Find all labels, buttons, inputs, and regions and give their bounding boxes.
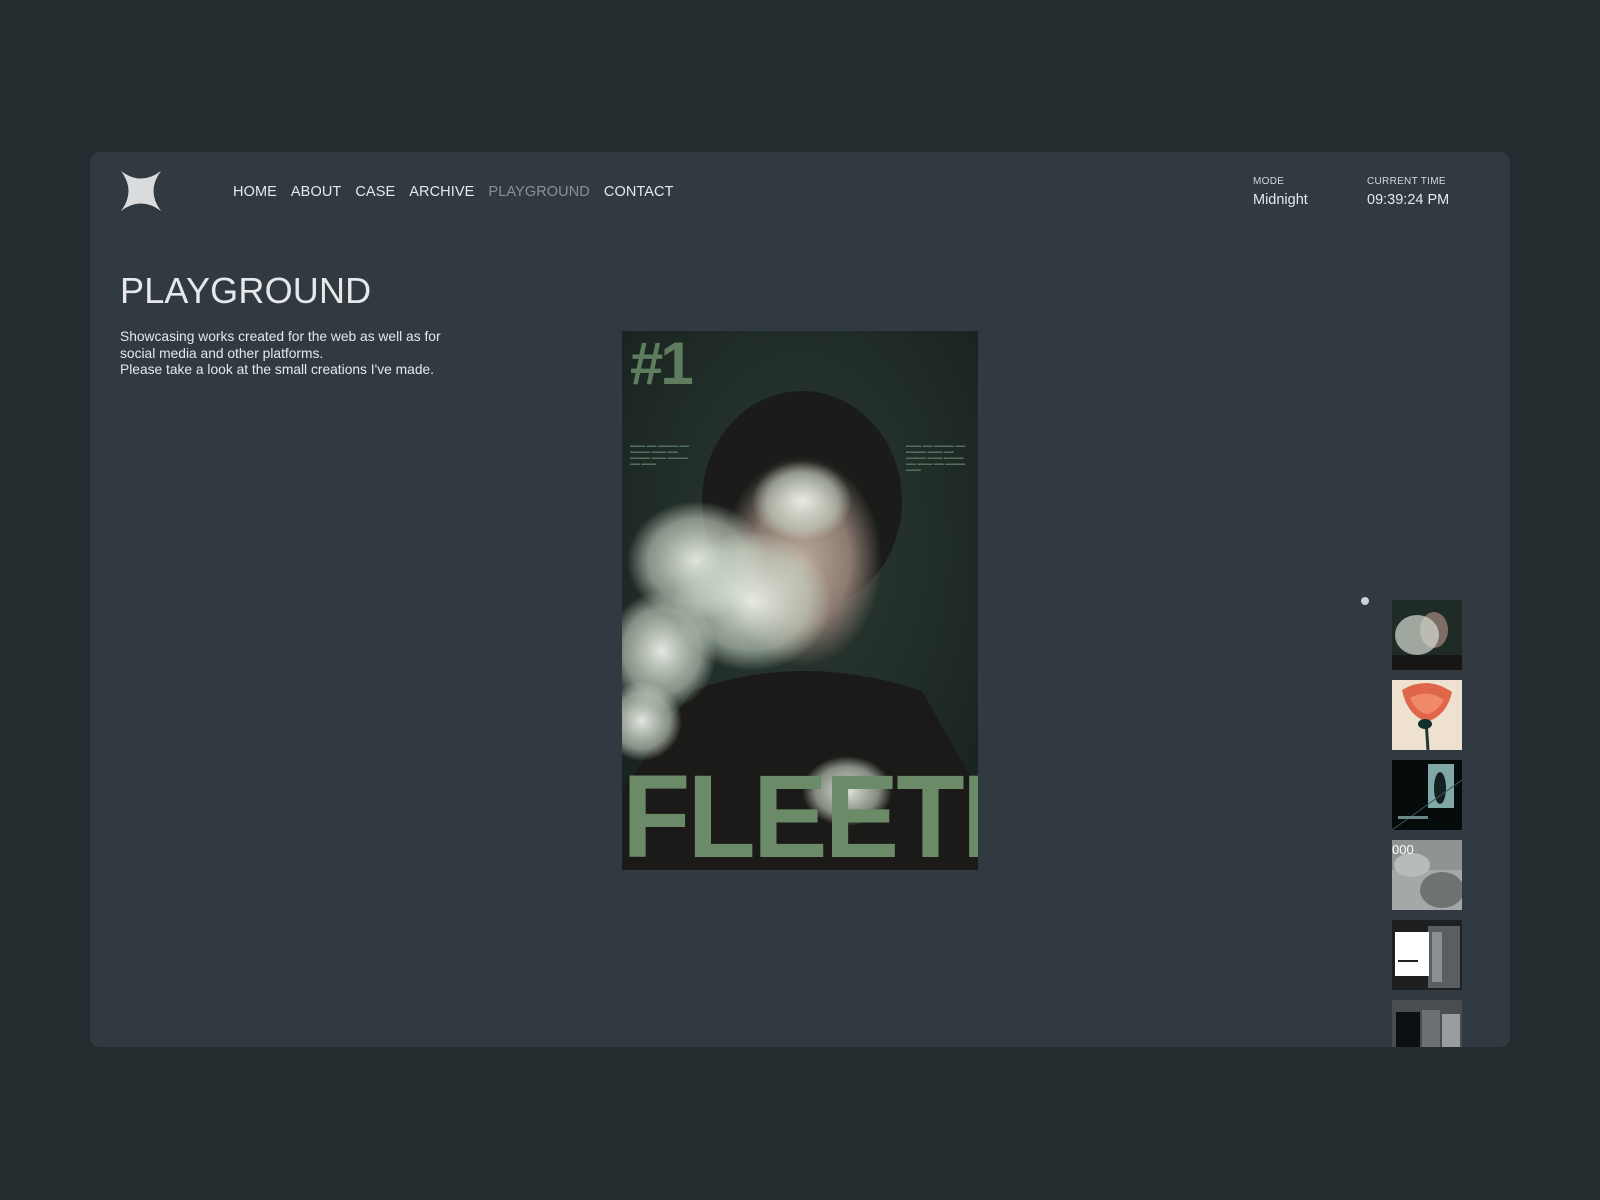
nav-archive[interactable]: ARCHIVE [409, 184, 474, 200]
thumb-fleeting[interactable] [1392, 600, 1462, 670]
poster-number: #1 [630, 331, 694, 397]
current-time-value: 09:39:24 PM [1367, 192, 1450, 208]
thumb-dark-collage[interactable] [1392, 1000, 1462, 1047]
mode-value: Midnight [1253, 192, 1308, 208]
current-time: CURRENT TIME 09:39:24 PM [1367, 176, 1449, 208]
current-time-label: CURRENT TIME [1367, 176, 1446, 187]
description-line-2: Please take a look at the small creation… [120, 362, 434, 377]
logo-star-icon[interactable] [120, 170, 162, 212]
page-title: PLAYGROUND [120, 270, 372, 311]
poster-caption-right: ▬▬▬ ▬▬ ▬▬▬▬ ▬▬ ▬▬▬▬ ▬▬▬ ▬▬ ▬▬▬▬ ▬▬▬ ▬▬▬▬… [906, 443, 966, 473]
thumb-window-silhouette[interactable] [1392, 760, 1462, 830]
thumb-orange-flower[interactable] [1392, 680, 1462, 750]
thumb-grain-texture[interactable]: 000 [1392, 840, 1462, 910]
nav-playground[interactable]: PLAYGROUND [488, 184, 589, 200]
poster-caption-left: ▬▬▬ ▬▬ ▬▬▬▬ ▬▬ ▬▬▬▬ ▬▬▬ ▬▬ ▬▬▬▬ ▬▬▬ ▬▬▬▬… [630, 443, 690, 467]
main-nav: HOME ABOUT CASE ARCHIVE PLAYGROUND CONTA… [233, 184, 674, 200]
poster-title: FLEETING [622, 751, 978, 870]
nav-contact[interactable]: CONTACT [604, 184, 674, 200]
pager-dot-icon[interactable] [1361, 597, 1369, 605]
nav-about[interactable]: ABOUT [291, 184, 341, 200]
main-panel: HOME ABOUT CASE ARCHIVE PLAYGROUND CONTA… [90, 152, 1510, 1047]
description-line-1: Showcasing works created for the web as … [120, 329, 441, 361]
page-description: Showcasing works created for the web as … [120, 329, 460, 379]
featured-poster[interactable]: ▬▬▬ ▬▬ ▬▬▬▬ ▬▬ ▬▬▬▬ ▬▬▬ ▬▬ ▬▬▬▬ ▬▬▬ ▬▬▬▬… [622, 331, 978, 870]
thumb-texture-text: 000 [1392, 842, 1414, 857]
nav-case[interactable]: CASE [355, 184, 395, 200]
nav-home[interactable]: HOME [233, 184, 277, 200]
thumb-white-panel[interactable] [1392, 920, 1462, 990]
mode-indicator[interactable]: MODE Midnight [1253, 176, 1308, 208]
mode-label: MODE [1253, 176, 1285, 187]
